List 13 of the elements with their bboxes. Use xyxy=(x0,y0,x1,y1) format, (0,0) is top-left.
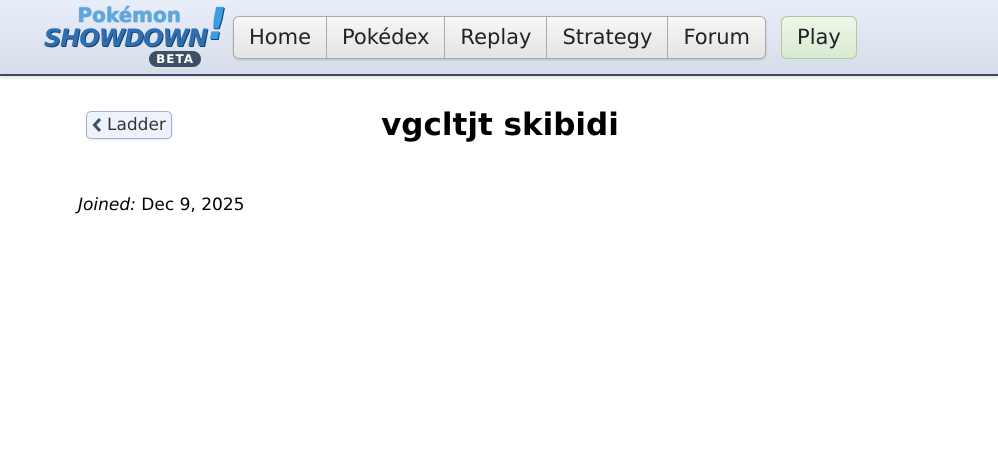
nav-link[interactable]: Replay xyxy=(444,16,546,58)
logo-badge: BETA xyxy=(149,51,201,67)
logo-mark: ! xyxy=(206,0,227,50)
logo-text: SHOWDOWN xyxy=(44,25,207,51)
nav-link[interactable]: Home xyxy=(234,16,326,58)
nav-link[interactable]: Forum xyxy=(667,16,766,58)
back-button[interactable]: Ladder xyxy=(86,111,172,139)
page-title: vgcltjt skibidi xyxy=(381,107,619,143)
logo-text: Pokémon xyxy=(77,5,181,25)
nav-link[interactable]: Strategy xyxy=(546,16,668,58)
nav-link[interactable]: Pokédex xyxy=(326,16,444,58)
chevron-left-icon xyxy=(92,118,102,132)
play-button[interactable]: Play xyxy=(781,16,857,58)
